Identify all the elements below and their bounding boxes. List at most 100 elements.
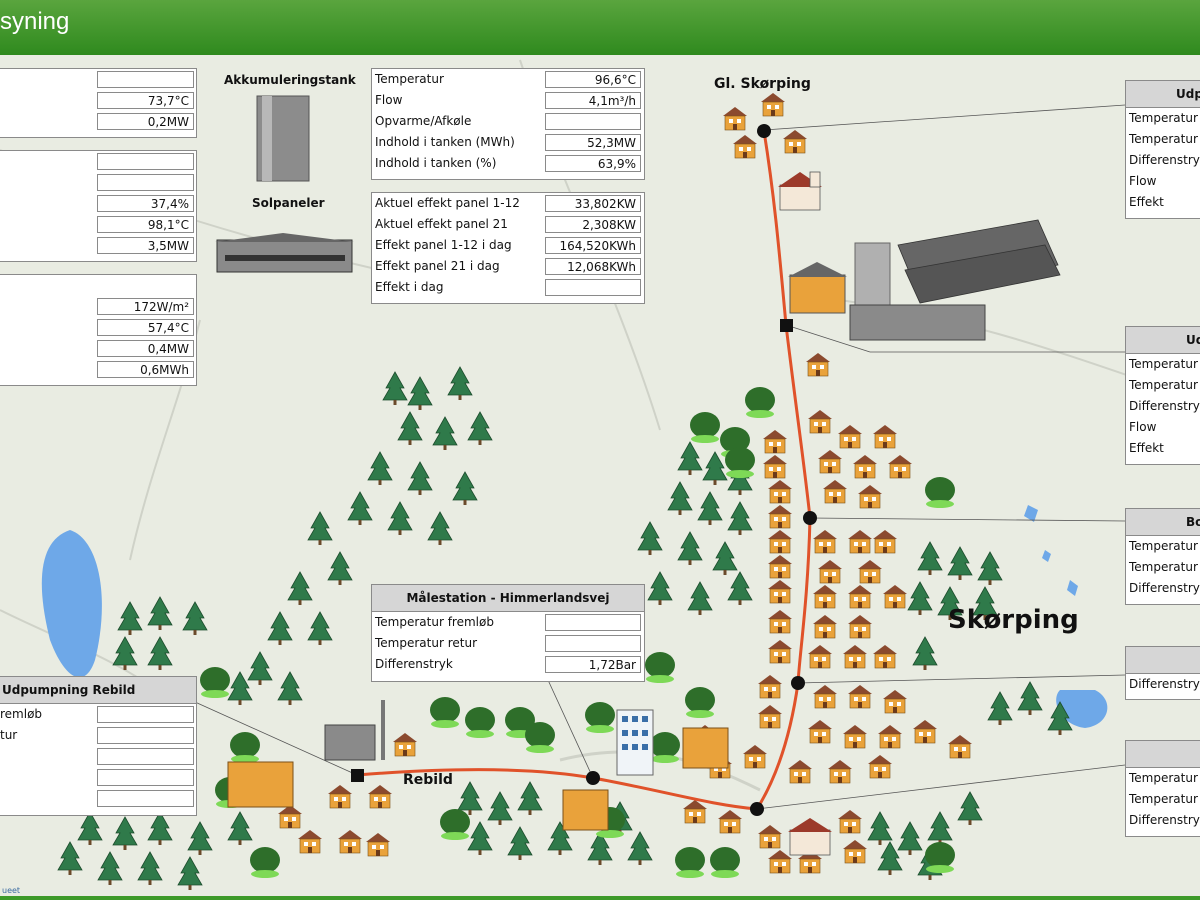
solar-field: [897, 219, 1061, 304]
node-boringer: [803, 511, 817, 525]
rebild-row1-label: remløb: [0, 707, 43, 721]
right-panel-3: Bo Temperatur fr Temperatur re Differens…: [1125, 508, 1200, 605]
tank-mwh-label: Indhold i tanken (MWh): [375, 135, 515, 149]
rebild-row2-label: tur: [0, 728, 18, 742]
tank-temp-label: Temperatur: [375, 72, 444, 86]
maalestation-row3-label: Differenstryk: [375, 657, 453, 671]
church-skorping: [788, 818, 832, 856]
label-solpaneler: Solpaneler: [252, 196, 325, 210]
left-panel-3-value-2: 57,4°C: [97, 319, 194, 336]
right-panel-4-title: [1126, 647, 1200, 674]
right-panel-2-row2: Temperatur re: [1129, 378, 1200, 392]
tank-mode-value: [545, 113, 641, 130]
node-south: [750, 802, 764, 816]
tank-temp-value: 96,6°C: [545, 71, 641, 88]
node-himmerlandsvej: [586, 771, 600, 785]
label-rebild: Rebild: [403, 772, 453, 788]
solar-row2-value: 2,308KW: [545, 216, 641, 233]
right-panel-5-title: [1126, 741, 1200, 768]
solar-row4-label: Effekt panel 21 i dag: [375, 259, 500, 273]
solar-row5-value: [545, 279, 641, 296]
storage-tank-icon: [256, 95, 310, 182]
right-panel-1: Udp Temperatur fr Temperatur re Differen…: [1125, 80, 1200, 219]
solar-row1-value: 33,802KW: [545, 195, 641, 212]
tank-percent-label: Indhold i tanken (%): [375, 156, 497, 170]
tank-flow-value: 4,1m³/h: [545, 92, 641, 109]
apartment-building: [616, 709, 654, 776]
solar-row5-label: Effekt i dag: [375, 280, 444, 294]
label-gl-skorping: Gl. Skørping: [714, 76, 811, 92]
rebild-row3-value: [97, 748, 194, 765]
solar-row3-value: 164,520KWh: [545, 237, 641, 254]
left-panel-2-value-2: [97, 174, 194, 191]
right-panel-1-row5: Effekt: [1129, 195, 1164, 209]
right-panel-5: Temperatur fr Temperatur re Differenstry…: [1125, 740, 1200, 837]
left-panel-2-value-5: 3,5MW: [97, 237, 194, 254]
solar-row2-label: Aktuel effekt panel 21: [375, 217, 508, 231]
node-gl-skorping: [757, 124, 771, 138]
right-panel-1-row2: Temperatur re: [1129, 132, 1200, 146]
right-panel-5-row3: Differenstryk: [1129, 813, 1200, 827]
right-panel-1-title: Udp: [1126, 81, 1200, 108]
right-panel-5-row1: Temperatur fr: [1129, 771, 1200, 785]
right-panel-2-row5: Effekt: [1129, 441, 1164, 455]
left-panel-1-value-3: 0,2MW: [97, 113, 194, 130]
right-panel-3-row3: Differenstryk: [1129, 581, 1200, 595]
left-panel-3: 172W/m² 57,4°C 0,4MW 0,6MWh: [0, 274, 197, 386]
maalestation-title: Målestation - Himmerlandsvej: [372, 585, 644, 612]
church-gl-skorping: [778, 171, 822, 211]
rebild-row4-value: [97, 769, 194, 786]
rebild-plant: [324, 700, 385, 761]
maalestation-row3-value: 1,72Bar: [545, 656, 641, 673]
rebild-title: Udpumpning Rebild: [0, 677, 196, 704]
tank-percent-value: 63,9%: [545, 155, 641, 172]
maalestation-row2-label: Temperatur retur: [375, 636, 478, 650]
right-panel-2: Ud Temperatur fre Temperatur re Differen…: [1125, 326, 1200, 465]
right-panel-2-row4: Flow: [1129, 420, 1157, 434]
left-panel-3-value-3: 0,4MW: [97, 340, 194, 357]
maalestation-row2-value: [545, 635, 641, 652]
right-panel-3-row2: Temperatur re: [1129, 560, 1200, 574]
rebild-panel: Udpumpning Rebild remløb tur: [0, 676, 197, 816]
solar-row3-label: Effekt panel 1-12 i dag: [375, 238, 512, 252]
left-panel-3-value-1: 172W/m²: [97, 298, 194, 315]
right-panel-3-row1: Temperatur fr: [1129, 539, 1200, 553]
left-panel-1-value-1: [97, 71, 194, 88]
tank-mwh-value: 52,3MW: [545, 134, 641, 151]
right-panel-3-title: Bo: [1126, 509, 1200, 536]
right-panel-2-title: Ud: [1126, 327, 1200, 354]
right-panel-2-row1: Temperatur fre: [1129, 357, 1200, 371]
leader-lines: [194, 104, 1126, 810]
bottom-bar: [0, 896, 1200, 900]
app-header: syning: [0, 0, 1200, 55]
node-rebild: [351, 769, 364, 782]
left-panel-1: 73,7°C 0,2MW: [0, 68, 197, 138]
solar-panel: Aktuel effekt panel 1-12 33,802KW Aktuel …: [371, 192, 645, 304]
right-panel-1-row4: Flow: [1129, 174, 1157, 188]
tank-flow-label: Flow: [375, 93, 403, 107]
rebild-row2-value: [97, 727, 194, 744]
right-panel-1-row1: Temperatur fr: [1129, 111, 1200, 125]
rebild-row5-value: [97, 790, 194, 807]
node-plant: [780, 319, 793, 332]
left-panel-2-value-4: 98,1°C: [97, 216, 194, 233]
map-credit: ueet: [2, 886, 21, 895]
rebild-row1-value: [97, 706, 194, 723]
right-panel-2-row3: Differenstryk: [1129, 399, 1200, 413]
solar-row1-label: Aktuel effekt panel 1-12: [375, 196, 520, 210]
node-differenstryk: [791, 676, 805, 690]
left-panel-3-value-4: 0,6MWh: [97, 361, 194, 378]
right-panel-4: Differenstryk: [1125, 646, 1200, 700]
right-panel-5-row2: Temperatur re: [1129, 792, 1200, 806]
left-panel-2-value-1: [97, 153, 194, 170]
maalestation-panel: Målestation - Himmerlandsvej Temperatur …: [371, 584, 645, 682]
maalestation-row1-label: Temperatur fremløb: [375, 615, 494, 629]
tank-mode-label: Opvarme/Afkøle: [375, 114, 472, 128]
right-panel-4-row1: Differenstryk: [1129, 677, 1200, 691]
label-skorping: Skørping: [948, 605, 1079, 635]
solar-panels-icon: [215, 233, 354, 273]
app-title: syning: [0, 8, 70, 35]
left-panel-2-value-3: 37,4%: [97, 195, 194, 212]
left-panel-1-value-2: 73,7°C: [97, 92, 194, 109]
solar-row4-value: 12,068KWh: [545, 258, 641, 275]
